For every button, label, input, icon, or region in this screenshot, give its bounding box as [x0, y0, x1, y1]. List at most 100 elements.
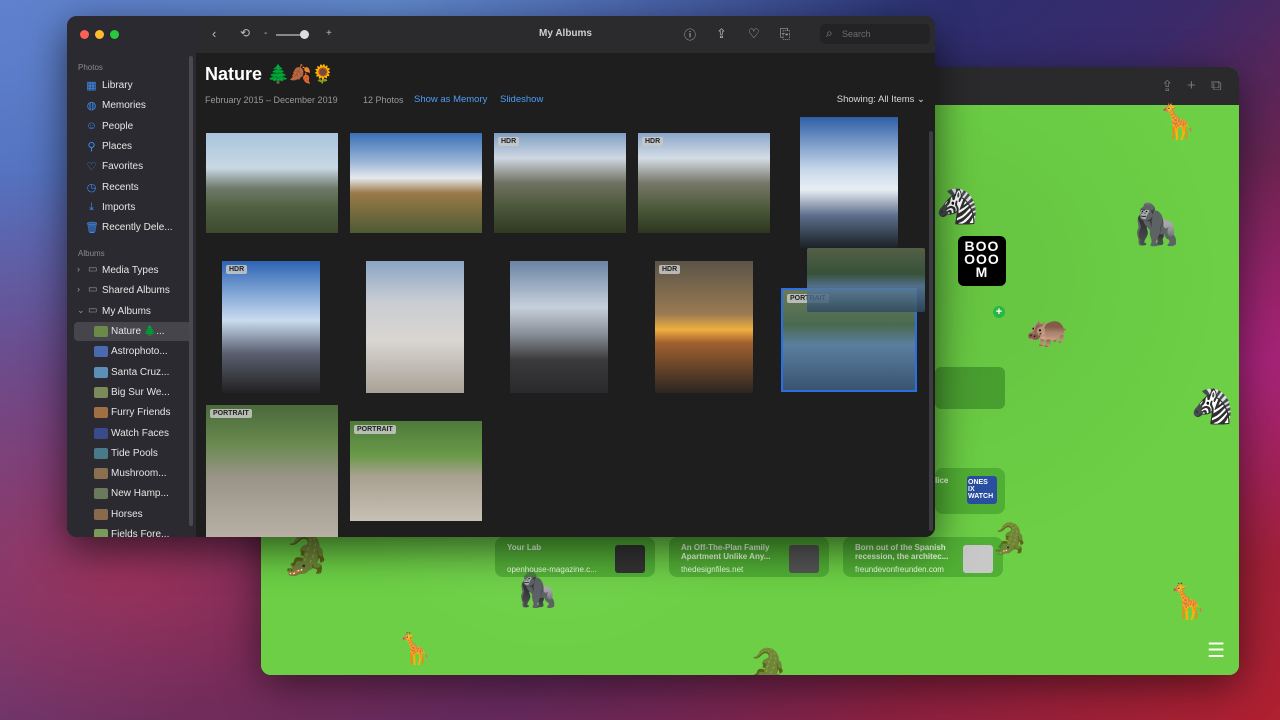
giraffe-icon: 🦒: [1156, 103, 1199, 141]
section-header-photos: Photos: [78, 63, 103, 72]
reading-list-card[interactable]: An Off-The-Plan Family Apartment Unlike …: [669, 537, 829, 577]
card-title: An Off-The-Plan Family Apartment Unlike …: [681, 543, 771, 561]
sidebar-album[interactable]: Santa Cruz...: [74, 363, 192, 382]
sidebar-album[interactable]: Astrophoto...: [74, 342, 192, 361]
card-thumbnail: [789, 545, 819, 573]
photo-thumbnail[interactable]: HDR: [638, 133, 770, 233]
sidebar-item-people[interactable]: ☺ People: [74, 117, 192, 136]
reading-list-card[interactable]: lice ONES IX WATCH: [935, 468, 1005, 514]
new-tab-icon[interactable]: +: [1187, 77, 1196, 94]
dragged-photo[interactable]: [807, 248, 925, 312]
places-icon: ⚲: [87, 140, 96, 153]
zebra-icon: 🦓: [936, 188, 979, 226]
placeholder-tile: [935, 367, 1005, 409]
sidebar-item-imports[interactable]: ⤓ Imports: [74, 198, 192, 217]
reading-list-card[interactable]: Your Lab openhouse-magazine.c...: [495, 537, 655, 577]
photo-thumbnail[interactable]: [510, 261, 608, 393]
share-icon[interactable]: ⇪: [1161, 77, 1174, 95]
chevron-right-icon[interactable]: ›: [77, 264, 80, 274]
sidebar-album-label: Tide Pools: [111, 447, 158, 459]
sidebar-item-recents[interactable]: ◷ Recents: [74, 178, 192, 197]
photo-badge: PORTRAIT: [354, 425, 396, 434]
sidebar-scrollbar[interactable]: [189, 56, 193, 526]
album-thumbnail: [94, 366, 108, 378]
photo-thumbnail[interactable]: HDR: [222, 261, 320, 393]
photos-window[interactable]: Photos ▦ Library ◍ Memories ☺ People ⚲ Places ♡ F…: [67, 16, 935, 537]
album-thumbnail: [94, 326, 108, 337]
album-thumbnail: [94, 346, 108, 358]
chevron-down-icon[interactable]: ⌄: [77, 305, 85, 316]
sidebar-album-label: Santa Cruz...: [111, 366, 170, 378]
photo-badge: PORTRAIT: [210, 409, 252, 418]
sidebar-album-label: Watch Faces: [111, 427, 169, 439]
sidebar-group-my-albums[interactable]: ⌄ ▭ My Albums: [74, 302, 192, 321]
photo-thumbnail[interactable]: HDR: [494, 133, 626, 233]
close-button[interactable]: [80, 30, 89, 39]
card-thumbnail: [615, 545, 645, 573]
showing-filter[interactable]: Showing: All Items ⌄: [837, 94, 925, 105]
sidebar-item-label: People: [102, 120, 134, 132]
album-thumbnail: [94, 488, 108, 500]
giraffe-icon: 🦒: [396, 633, 434, 666]
sidebar-item-memories[interactable]: ◍ Memories: [74, 96, 192, 115]
gorilla-icon: 🦍: [1131, 203, 1181, 247]
gorilla-icon: 🦍: [516, 571, 559, 609]
zoom-button[interactable]: [110, 30, 119, 39]
sidebar-item-label: Places: [102, 140, 133, 152]
sidebar-group-label: My Albums: [102, 305, 151, 317]
slideshow-link[interactable]: Slideshow: [500, 94, 543, 105]
card-title: Born out of the Spanish recession, the a…: [855, 543, 949, 561]
photo-thumbnail[interactable]: PORTRAIT: [206, 405, 338, 537]
photo-thumbnail[interactable]: HDR: [655, 261, 753, 393]
sidebar-item-places[interactable]: ⚲ Places: [74, 137, 192, 156]
album-thumbnail: [94, 529, 108, 537]
search-field[interactable]: ⌕ Search: [820, 24, 930, 44]
copy-plus-icon: +: [993, 306, 1005, 318]
sidebar-album[interactable]: Tide Pools: [74, 444, 192, 463]
sidebar-item-favorites[interactable]: ♡ Favorites: [74, 157, 192, 176]
giraffe-icon: 🦒: [1166, 583, 1209, 621]
favorite-tile[interactable]: BOO OOO M: [958, 236, 1006, 286]
sidebar-album[interactable]: Mushroom...: [74, 464, 192, 483]
sidebar-item-label: Memories: [102, 100, 146, 112]
sidebar-album[interactable]: Furry Friends: [74, 403, 192, 422]
customize-sliders-icon[interactable]: ☰: [1207, 638, 1225, 663]
photo-thumbnail[interactable]: [206, 133, 338, 233]
photo-thumbnail[interactable]: [800, 117, 898, 249]
sidebar-album[interactable]: Nature 🌲...: [74, 322, 192, 341]
sidebar-album[interactable]: Watch Faces: [74, 424, 192, 443]
sidebar-item-label: Favorites: [102, 161, 144, 173]
watch-tile-text: ONES IX WATCH: [968, 479, 994, 500]
sidebar-item-library[interactable]: ▦ Library: [74, 76, 192, 95]
heart-icon[interactable]: ♡: [748, 26, 760, 42]
reading-list-card[interactable]: Born out of the Spanish recession, the a…: [843, 537, 1003, 577]
share-icon[interactable]: ⇪: [716, 26, 727, 42]
photo-thumbnail[interactable]: PORTRAIT: [350, 421, 482, 521]
sidebar-group-media-types[interactable]: › ▭ Media Types: [74, 261, 192, 280]
sidebar-group-shared-albums[interactable]: › ▭ Shared Albums: [74, 281, 192, 300]
sidebar-album-label: Horses: [111, 508, 143, 520]
card-site: freundevonfreunden.com: [855, 565, 944, 574]
rotate-icon[interactable]: ⎘: [780, 26, 790, 42]
sidebar-album[interactable]: Horses: [74, 505, 192, 524]
sidebar-album[interactable]: Big Sur We...: [74, 383, 192, 402]
info-icon[interactable]: ⓘ: [684, 26, 696, 43]
content-scrollbar[interactable]: [929, 131, 933, 531]
album-thumbnail: [94, 407, 108, 419]
card-title: lice: [935, 476, 949, 485]
sidebar-item-label: Imports: [102, 201, 136, 213]
sidebar-item-recently-dele-[interactable]: 🗑 Recently Dele...: [74, 218, 192, 237]
chevron-right-icon[interactable]: ›: [77, 284, 80, 294]
photo-thumbnail[interactable]: [350, 133, 482, 233]
photo-thumbnail[interactable]: [366, 261, 464, 393]
card-site: thedesignfiles.net: [681, 565, 744, 574]
card-thumbnail: ONES IX WATCH: [967, 476, 997, 504]
show-as-memory-link[interactable]: Show as Memory: [414, 94, 487, 105]
sidebar-group-label: Shared Albums: [102, 285, 170, 297]
sidebar: Photos ▦ Library ◍ Memories ☺ People ⚲ Places ♡ F…: [67, 16, 196, 537]
tab-overview-icon[interactable]: ⧉: [1211, 77, 1222, 94]
sidebar-album[interactable]: Fields Fore...: [74, 525, 192, 537]
favorite-tile-text: BOO OOO M: [964, 238, 1000, 280]
sidebar-album[interactable]: New Hamp...: [74, 484, 192, 503]
minimize-button[interactable]: [95, 30, 104, 39]
